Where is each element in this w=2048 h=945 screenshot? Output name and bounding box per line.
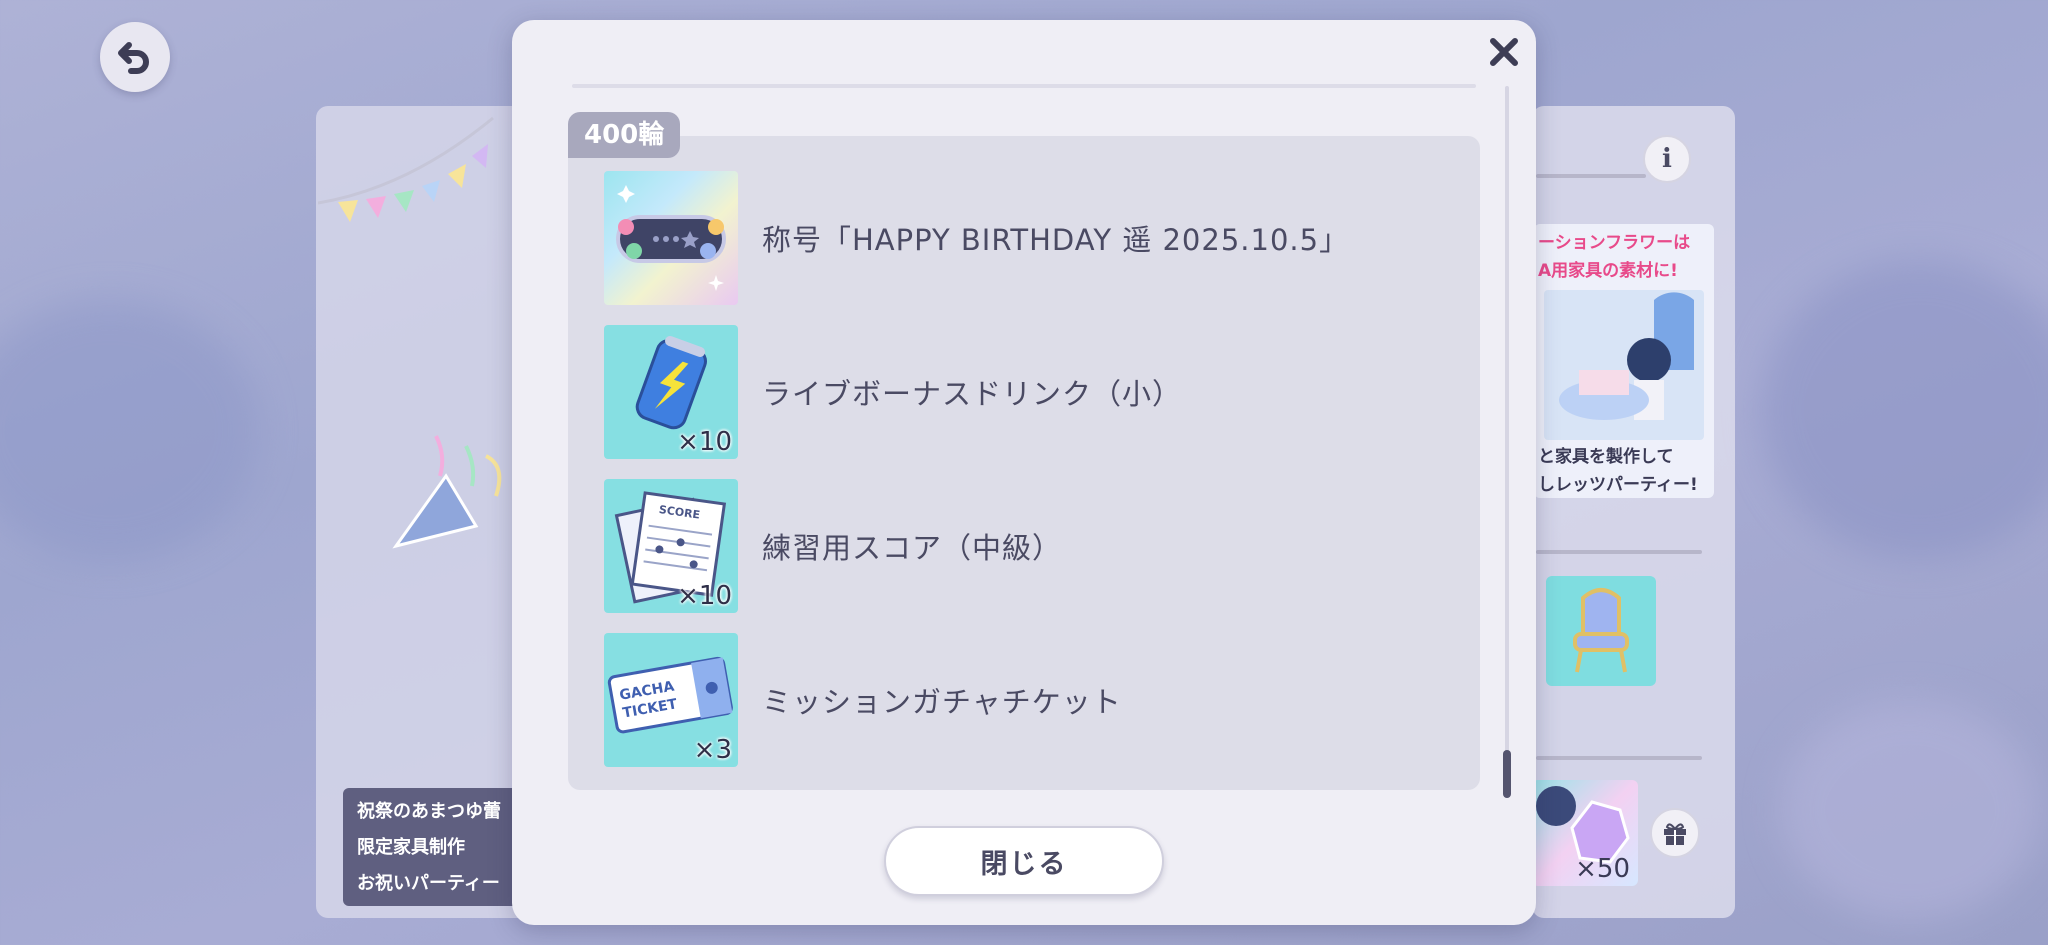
energy-drink-icon: ×10 [604,325,738,459]
back-arrow-icon [118,42,149,74]
banner-text-4: しレッツパーティー! [1538,475,1698,495]
reward-row: ×10 ライブボーナスドリンク（小） [604,325,1464,459]
title-badge-icon [604,171,738,305]
close-icon [1490,38,1518,66]
party-popper-icon [392,435,502,549]
note-line: 限定家具制作 [357,837,465,858]
back-button[interactable] [100,22,170,92]
banner-text-1: ーションフラワーは [1538,233,1691,253]
info-button[interactable]: i [1643,135,1691,183]
furniture-chair-item[interactable] [1546,576,1656,686]
gift-button[interactable] [1650,808,1700,858]
banner-text-3: と家具を製作して [1538,447,1674,467]
close-icon-button[interactable] [1484,32,1524,72]
scrollbar-track[interactable] [1505,86,1509,798]
divider [1536,550,1702,554]
gacha-ticket-icon: GACHA TICKET ×3 [604,633,738,767]
background-flowers-right [1760,260,2048,560]
event-banner[interactable]: ーションフラワーは A用家具の素材に! と家具を製作して しレッツパーティー! [1534,224,1714,498]
reward-quantity: ×10 [677,427,732,457]
close-button[interactable]: 閉じる [884,826,1164,896]
party-scene-image [1544,290,1704,440]
note-line: 祝祭のあまつゆ蕾 [357,801,501,822]
reward-row: GACHA TICKET ×3 ミッションガチャチケット [604,633,1464,767]
chair-icon [1573,588,1629,673]
reward-row: SCORE ×10 練習用スコア（中級） [604,479,1464,613]
scrollbar-thumb[interactable] [1503,750,1511,798]
info-icon: i [1662,144,1672,174]
background-flowers-bottom [1780,700,2040,920]
gem-reward-item[interactable]: ×50 [1532,780,1638,886]
divider [1536,174,1646,178]
reward-name: ミッションガチャチケット [762,685,1122,719]
banner-text-2: A用家具の素材に! [1538,261,1678,281]
reward-quantity: ×10 [677,581,732,611]
gift-icon [1664,823,1686,845]
reward-name: ライブボーナスドリンク（小） [762,377,1183,411]
note-line: お祝いパーティー [357,873,500,894]
modal-divider [572,84,1476,88]
practice-score-icon: SCORE ×10 [604,479,738,613]
gem-count: ×50 [1575,854,1630,884]
reward-name: 練習用スコア（中級） [762,531,1063,565]
reward-name: 称号「HAPPY BIRTHDAY 遥 2025.10.5」 [762,223,1350,257]
divider [1536,756,1702,760]
reward-row: 称号「HAPPY BIRTHDAY 遥 2025.10.5」 [604,171,1464,305]
bunting-decoration [318,116,494,222]
tier-badge: 400輪 [568,112,681,158]
reward-quantity: ×3 [693,735,732,765]
background-flowers [0,300,260,560]
